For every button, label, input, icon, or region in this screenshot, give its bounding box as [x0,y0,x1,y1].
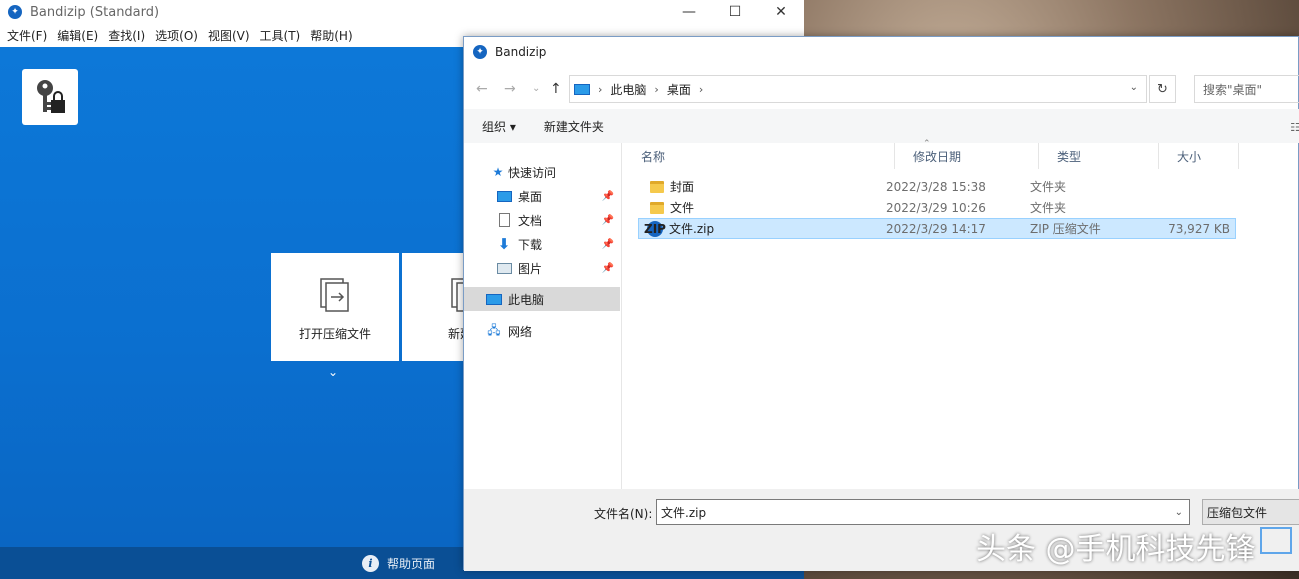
folder-icon [650,180,664,193]
file-date: 2022/3/29 10:26 [886,200,986,215]
zip-file-icon: ZIP [644,220,666,237]
refresh-button[interactable]: ↻ [1149,75,1176,103]
open-archive-tile[interactable]: 打开压缩文件 [271,253,399,361]
sidebar-item-pictures[interactable]: 图片 📌 [464,256,620,280]
view-options-icon[interactable]: ☷ [1290,121,1299,134]
file-name-cell: 封面 [644,178,694,195]
computer-icon [574,83,590,95]
search-input[interactable]: 搜索"桌面" [1194,75,1299,103]
folder-icon [650,201,664,214]
watermark-box [1260,527,1292,554]
sidebar-item-desktop[interactable]: 桌面 📌 [464,184,620,208]
forward-icon[interactable]: → [504,81,516,97]
chevron-down-icon[interactable]: ⌄ [328,365,338,379]
column-header-type[interactable]: 类型 [1039,143,1159,169]
file-type: ZIP 压缩文件 [1030,222,1101,236]
file-type: 文件夹 [1030,180,1067,194]
column-header-date[interactable]: 修改日期 [895,143,1039,169]
organize-button[interactable]: 组织 ▾ [482,118,516,135]
maximize-button[interactable]: ☐ [712,0,758,24]
navigation-pane: ★ 快速访问 桌面 📌 文档 📌 ⬇ 下载 📌 图片 📌 此电脑 🖧 网络 [464,143,622,489]
minimize-button[interactable]: — [666,0,712,24]
address-bar[interactable]: › 此电脑 › 桌面 › ⌄ [569,75,1147,103]
refresh-icon: ↻ [1157,81,1168,97]
menu-find[interactable]: 查找(I) [103,27,150,44]
breadcrumb-this-pc[interactable]: 此电脑 [610,81,646,98]
column-header-size[interactable]: 大小 [1159,143,1239,169]
pin-icon[interactable]: 📌 [602,239,614,250]
help-link[interactable]: i 帮助页面 [362,555,435,572]
sidebar-item-this-pc[interactable]: 此电脑 [464,287,620,311]
password-manager-tile[interactable] [22,69,78,125]
sidebar-item-network[interactable]: 🖧 网络 [464,319,620,343]
breadcrumb-separator: › [698,82,704,96]
back-icon[interactable]: ← [476,81,488,97]
column-header-name[interactable]: 名称 [623,143,895,169]
bandizip-logo-icon: ✦ [473,45,487,59]
chevron-down-icon[interactable]: ⌄ [1175,507,1183,518]
file-name-cell: ZIP 文件.zip [644,220,715,237]
file-type: 文件夹 [1030,201,1067,215]
file-size: 73,927 KB [1168,221,1230,236]
star-icon: ★ [492,165,504,179]
filename-label: 文件名(N): [594,507,653,521]
pin-icon[interactable]: 📌 [602,263,614,274]
filetype-select[interactable]: 压缩包文件 [1202,499,1299,525]
close-button[interactable]: ✕ [758,0,804,24]
address-row: ← → ⌄ ↑ › 此电脑 › 桌面 › ⌄ ↻ 搜索"桌面" [464,73,1299,105]
menu-options[interactable]: 选项(O) [150,27,203,44]
file-date: 2022/3/28 15:38 [886,179,986,194]
menu-file[interactable]: 文件(F) [2,27,52,44]
menu-edit[interactable]: 编辑(E) [52,27,103,44]
sidebar-item-quick-access[interactable]: ★ 快速访问 [464,160,620,184]
save-dialog: ✦ Bandizip ← → ⌄ ↑ › 此电脑 › 桌面 › ⌄ ↻ 搜索"桌… [463,36,1299,571]
breadcrumb-desktop[interactable]: 桌面 [667,81,691,98]
watermark-text: 头条 @手机科技先锋 [976,532,1256,567]
window-title: Bandizip (Standard) [30,4,160,20]
chevron-down-icon[interactable]: ⌄ [1130,82,1138,93]
table-row[interactable]: 文件 2022/3/29 10:26 文件夹 [638,197,1236,218]
dialog-title: Bandizip [495,45,547,59]
dialog-titlebar: ✦ Bandizip [464,37,1298,67]
file-name-cell: 文件 [644,199,694,216]
filename-input[interactable]: 文件.zip ⌄ [656,499,1190,525]
pin-icon[interactable]: 📌 [602,215,614,226]
new-folder-button[interactable]: 新建文件夹 [544,118,604,135]
table-row[interactable]: 封面 2022/3/28 15:38 文件夹 [638,176,1236,197]
computer-icon [486,292,502,306]
picture-icon [496,261,512,275]
key-lock-icon [37,80,65,113]
open-archive-label: 打开压缩文件 [298,327,371,341]
pin-icon[interactable]: 📌 [602,191,614,202]
breadcrumb-separator: › [654,82,659,96]
window-controls: — ☐ ✕ [666,0,804,24]
up-icon[interactable]: ↑ [550,81,562,97]
recent-locations-icon[interactable]: ⌄ [532,83,540,94]
menu-tools[interactable]: 工具(T) [255,27,306,44]
sidebar-item-downloads[interactable]: ⬇ 下载 📌 [464,232,620,256]
menu-help[interactable]: 帮助(H) [305,27,357,44]
file-date: 2022/3/29 14:17 [886,221,986,236]
document-icon [496,213,512,227]
desktop-icon [496,189,512,203]
open-archive-icon [320,278,349,312]
table-row-selected[interactable]: ZIP 文件.zip 2022/3/29 14:17 ZIP 压缩文件 73,9… [638,218,1236,239]
help-label: 帮助页面 [387,557,436,571]
file-list: ⌃ 名称 修改日期 类型 大小 封面 2022/3/28 15:38 文件夹 文… [623,139,1299,489]
network-icon: 🖧 [487,322,501,337]
download-icon: ⬇ [497,235,511,253]
info-icon: i [362,555,379,572]
command-bar: 组织 ▾ 新建文件夹 ☷ [464,109,1299,143]
breadcrumb-separator: › [598,82,603,96]
bandizip-logo-icon: ✦ [8,5,22,19]
menu-view[interactable]: 视图(V) [203,27,255,44]
sidebar-item-documents[interactable]: 文档 📌 [464,208,620,232]
